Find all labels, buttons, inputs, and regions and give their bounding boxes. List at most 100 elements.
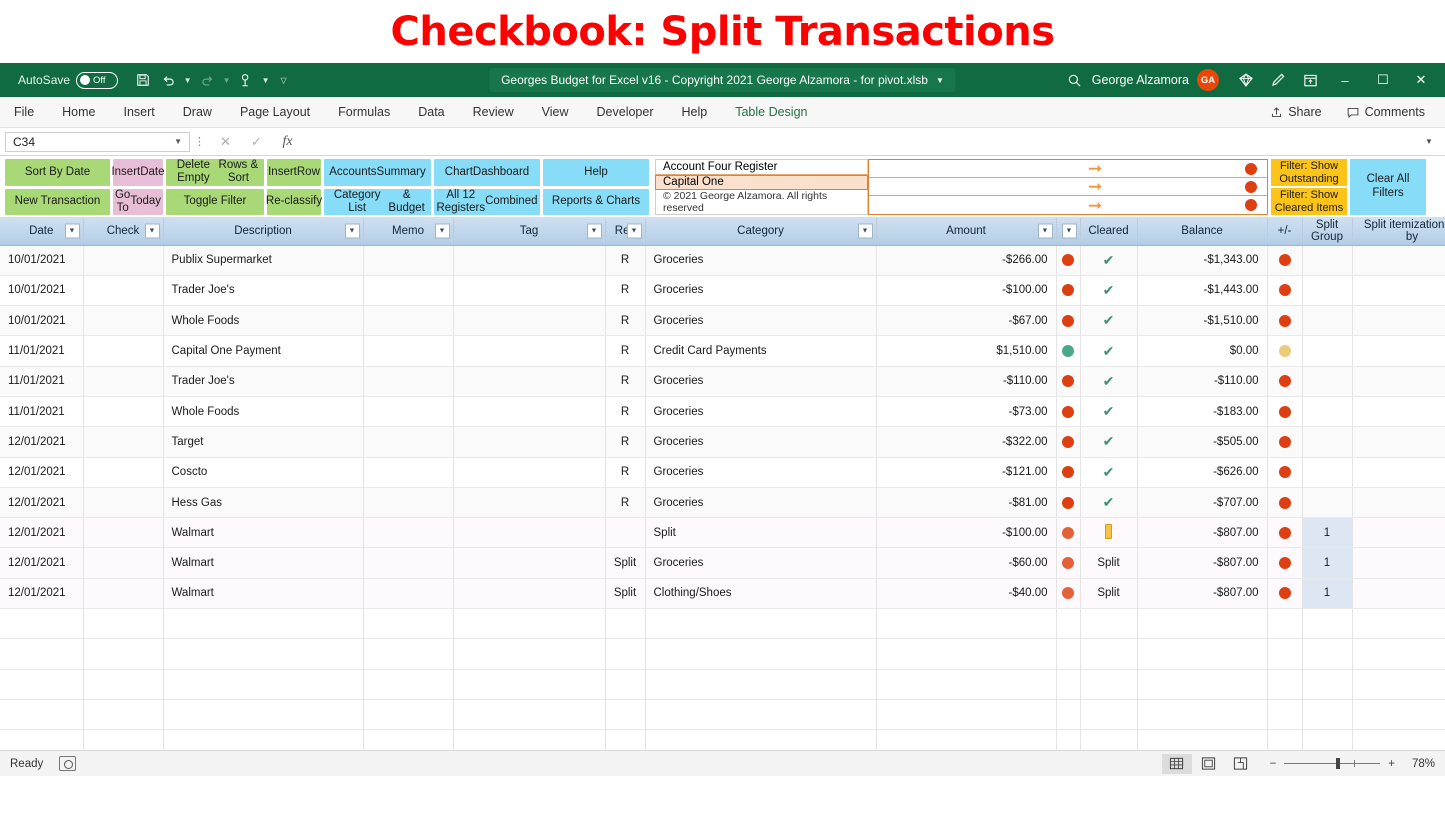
empty-cell[interactable] — [163, 730, 363, 750]
cell-split-itemization-off-by[interactable] — [1352, 306, 1445, 336]
confirm-edit-icon[interactable]: ✓ — [241, 132, 272, 152]
empty-cell[interactable] — [1080, 699, 1137, 729]
user-name[interactable]: George Alzamora — [1092, 73, 1189, 87]
tab-file[interactable]: File — [0, 97, 48, 127]
macro-button-help[interactable]: Help — [543, 159, 649, 186]
cell-memo[interactable] — [363, 578, 453, 608]
cell-date[interactable]: 10/01/2021 — [0, 275, 83, 305]
empty-cell[interactable] — [1352, 699, 1445, 729]
empty-cell[interactable] — [1267, 639, 1302, 669]
empty-cell[interactable] — [453, 699, 605, 729]
cell-amount[interactable]: -$100.00 — [876, 518, 1056, 548]
name-box[interactable]: C34 ▼ — [5, 132, 190, 152]
empty-cell[interactable] — [645, 730, 876, 750]
tab-view[interactable]: View — [528, 97, 583, 127]
cell-tag[interactable] — [453, 245, 605, 275]
cell-check[interactable] — [83, 457, 163, 487]
empty-cell[interactable] — [363, 730, 453, 750]
macro-button-chart-dashboard[interactable]: ChartDashboard — [434, 159, 540, 186]
cell-tag[interactable] — [453, 366, 605, 396]
cell-split-group[interactable] — [1302, 306, 1352, 336]
filter-dropdown-icon[interactable]: ▼ — [627, 224, 642, 239]
formula-input[interactable] — [303, 132, 1418, 152]
table-row[interactable]: 10/01/2021Publix SupermarketRGroceries-$… — [0, 245, 1445, 275]
cell-category[interactable]: Groceries — [645, 275, 876, 305]
table-row[interactable]: 11/01/2021Capital One PaymentRCredit Car… — [0, 336, 1445, 366]
column-header-memo[interactable]: Memo▼ — [363, 218, 453, 245]
cell-category[interactable]: Groceries — [645, 366, 876, 396]
cell-split-itemization-off-by[interactable] — [1352, 396, 1445, 426]
filter-dropdown-icon[interactable]: ▼ — [587, 224, 602, 239]
empty-cell[interactable] — [453, 639, 605, 669]
cell-split-itemization-off-by[interactable] — [1352, 487, 1445, 517]
empty-cell[interactable] — [83, 730, 163, 750]
cell-description[interactable]: Hess Gas — [163, 487, 363, 517]
customize-qat-icon[interactable]: ▽ — [278, 76, 289, 85]
empty-cell[interactable] — [605, 669, 645, 699]
cell-rec[interactable]: Split — [605, 548, 645, 578]
cell-cleared[interactable]: ✔ — [1080, 306, 1137, 336]
cell-split-itemization-off-by[interactable] — [1352, 518, 1445, 548]
macro-button-go-to-today[interactable]: Go ToToday — [113, 189, 163, 216]
empty-cell[interactable] — [876, 699, 1056, 729]
page-layout-view-button[interactable] — [1194, 754, 1224, 774]
cell-check[interactable] — [83, 487, 163, 517]
cell-cleared[interactable]: Split — [1080, 578, 1137, 608]
filter-dropdown-icon[interactable]: ▼ — [1038, 224, 1053, 239]
cell-amount[interactable]: -$60.00 — [876, 548, 1056, 578]
cell-description[interactable]: Publix Supermarket — [163, 245, 363, 275]
empty-cell[interactable] — [1080, 639, 1137, 669]
cell-rec[interactable]: Split — [605, 578, 645, 608]
cell-description[interactable]: Trader Joe's — [163, 366, 363, 396]
empty-cell[interactable] — [1352, 730, 1445, 750]
empty-cell[interactable] — [453, 730, 605, 750]
cell-description[interactable]: Walmart — [163, 548, 363, 578]
tab-help[interactable]: Help — [668, 97, 722, 127]
cell-split-group[interactable] — [1302, 336, 1352, 366]
table-row[interactable]: 12/01/2021WalmartSplitClothing/Shoes-$40… — [0, 578, 1445, 608]
search-icon[interactable] — [1060, 66, 1090, 94]
cell-memo[interactable] — [363, 457, 453, 487]
cell-memo[interactable] — [363, 487, 453, 517]
cell-memo[interactable] — [363, 366, 453, 396]
cell-category[interactable]: Groceries — [645, 245, 876, 275]
cell-rec[interactable]: R — [605, 366, 645, 396]
table-row[interactable]: 12/01/2021Hess GasRGroceries-$81.00✔-$70… — [0, 487, 1445, 517]
empty-cell[interactable] — [1137, 609, 1267, 639]
cell-amount[interactable]: -$81.00 — [876, 487, 1056, 517]
empty-cell[interactable] — [363, 699, 453, 729]
cell-rec[interactable]: R — [605, 275, 645, 305]
cell-category[interactable]: Credit Card Payments — [645, 336, 876, 366]
empty-cell[interactable] — [605, 730, 645, 750]
empty-cell[interactable] — [0, 699, 83, 729]
cell-tag[interactable] — [453, 306, 605, 336]
cell-description[interactable]: Walmart — [163, 578, 363, 608]
column-header-[interactable]: +▼ — [1056, 218, 1080, 245]
cell-cleared[interactable]: ✔ — [1080, 396, 1137, 426]
tab-home[interactable]: Home — [48, 97, 109, 127]
cell-amount[interactable]: -$40.00 — [876, 578, 1056, 608]
cell-split-group[interactable] — [1302, 487, 1352, 517]
cell-description[interactable]: Coscto — [163, 457, 363, 487]
empty-row[interactable] — [0, 639, 1445, 669]
macro-button-accounts-summary[interactable]: AccountsSummary — [324, 159, 431, 186]
empty-cell[interactable] — [645, 639, 876, 669]
cell-category[interactable]: Groceries — [645, 306, 876, 336]
tab-page-layout[interactable]: Page Layout — [226, 97, 324, 127]
cell-cleared[interactable]: ✔ — [1080, 487, 1137, 517]
column-header-split-itemization-off-by[interactable]: Split itemization off by — [1352, 218, 1445, 245]
empty-cell[interactable] — [363, 639, 453, 669]
empty-cell[interactable] — [1080, 730, 1137, 750]
cell-tag[interactable] — [453, 578, 605, 608]
cell-cleared[interactable]: ✔ — [1080, 427, 1137, 457]
empty-cell[interactable] — [1302, 609, 1352, 639]
empty-row[interactable] — [0, 669, 1445, 699]
cell-split-group[interactable]: 1 — [1302, 518, 1352, 548]
cell-check[interactable] — [83, 518, 163, 548]
empty-cell[interactable] — [1137, 730, 1267, 750]
cell-memo[interactable] — [363, 306, 453, 336]
cell-rec[interactable]: R — [605, 427, 645, 457]
empty-cell[interactable] — [1056, 639, 1080, 669]
macro-button-delete-empty-rows-sort[interactable]: Delete EmptyRows & Sort — [166, 159, 264, 186]
cell-category[interactable]: Groceries — [645, 548, 876, 578]
